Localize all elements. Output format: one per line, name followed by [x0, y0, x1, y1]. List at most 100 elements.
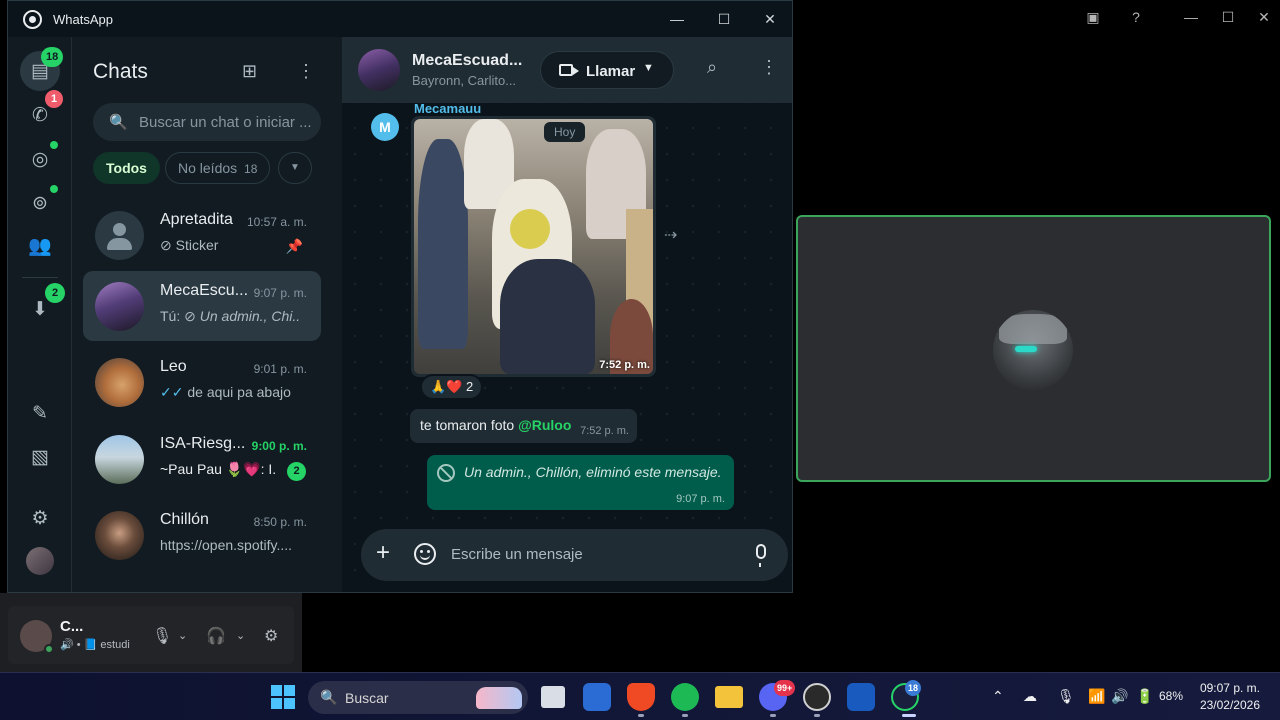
cloud-sync-icon[interactable]: ☁: [1023, 688, 1037, 705]
close-button[interactable]: ✕: [1255, 8, 1273, 26]
filter-unread[interactable]: No leídos 18: [165, 152, 271, 184]
emoji-sticker-icon[interactable]: [414, 543, 436, 565]
message-time: 7:52 p. m.: [580, 425, 629, 437]
whatsapp-logo-icon: [23, 10, 42, 29]
deleted-message[interactable]: Un admin., Chillón, eliminó este mensaje…: [427, 455, 734, 510]
search-input[interactable]: 🔍 Buscar un chat o iniciar ...: [93, 103, 321, 141]
call-button[interactable]: Llamar ▼: [540, 51, 674, 89]
profile-avatar[interactable]: [26, 547, 54, 575]
minimize-button[interactable]: —: [1182, 8, 1200, 26]
new-chat-icon[interactable]: ⊞: [242, 61, 257, 82]
chevron-down-icon[interactable]: ⌄: [236, 629, 245, 642]
phone-icon: ✆: [32, 104, 48, 126]
media-icon: ▧: [31, 446, 49, 468]
chat-row-mecaescuadron[interactable]: MecaEscu... 9:07 p. m. Tú: ⊘ Un admin., …: [83, 271, 321, 341]
message-input[interactable]: Escribe un mensaje: [451, 546, 583, 563]
chat-row-chillon[interactable]: Chillón 8:50 p. m. https://open.spotify.…: [83, 500, 321, 570]
conversation-header: MecaEscuad... Bayronn, Carlito... Llamar…: [342, 37, 792, 103]
forward-icon[interactable]: ⇢: [664, 225, 677, 245]
chat-name: Apretadita: [160, 211, 233, 228]
battery-icon[interactable]: 🔋: [1136, 688, 1153, 705]
microphone-icon[interactable]: [756, 544, 766, 567]
chat-time: 9:01 p. m.: [253, 362, 307, 376]
filter-unread-label: No leídos: [178, 160, 238, 176]
search-placeholder: Buscar un chat o iniciar ...: [139, 114, 311, 131]
text-message[interactable]: te tomaron foto @Ruloo 7:52 p. m.: [410, 409, 637, 443]
headphones-icon[interactable]: 🎧: [206, 626, 226, 646]
menu-icon[interactable]: ⋮: [297, 61, 315, 82]
mic-icon[interactable]: 🎙: [152, 626, 172, 646]
message-photo[interactable]: [414, 119, 653, 374]
message-sender[interactable]: Mecamauu: [414, 101, 481, 116]
menu-icon[interactable]: ⋮: [760, 57, 778, 78]
word-doc-icon[interactable]: [583, 683, 611, 711]
spotify-icon[interactable]: [671, 683, 699, 711]
message-text: te tomaron foto @Ruloo: [420, 417, 572, 433]
search-icon[interactable]: ⌕: [707, 57, 717, 78]
chat-preview: Tú: ⊘ Un admin., Chi...: [160, 308, 300, 324]
start-button[interactable]: [271, 685, 295, 709]
word-icon[interactable]: [847, 683, 875, 711]
communities-tab[interactable]: 👥: [20, 226, 60, 266]
maximize-button[interactable]: ☐: [1219, 8, 1237, 26]
chat-name: MecaEscu...: [160, 282, 248, 299]
task-view-icon[interactable]: [541, 686, 565, 708]
search-highlight-image: [476, 687, 522, 709]
image-message[interactable]: Hoy 7:52 p. m.: [411, 116, 656, 377]
minimize-button[interactable]: —: [665, 7, 689, 31]
online-status-dot: [44, 644, 54, 654]
chat-row-apretadita[interactable]: Apretadita 10:57 a. m. ⊘ Sticker 📌: [83, 200, 321, 270]
page-title: Chats: [93, 60, 148, 83]
taskbar-search[interactable]: 🔍 Buscar: [308, 681, 528, 714]
user-status-text: 🔊 • 📘 estudi: [60, 639, 130, 651]
avatar: [95, 211, 144, 260]
chevron-up-icon[interactable]: ⌃: [992, 688, 1004, 705]
voice-call-tile[interactable]: [796, 215, 1271, 482]
user-name[interactable]: C...: [60, 618, 83, 635]
attach-plus-icon[interactable]: +: [376, 539, 390, 567]
chat-preview: ~Pau Pau 🌷💗: I.: [160, 461, 277, 477]
edit-icon: ✎: [32, 402, 48, 424]
group-members[interactable]: Bayronn, Carlito...: [412, 73, 516, 88]
settings-tab[interactable]: ⚙: [20, 498, 60, 538]
filter-more-dropdown[interactable]: ▼: [278, 152, 312, 184]
clock-time[interactable]: 09:07 p. m.: [1200, 681, 1260, 695]
file-explorer-icon[interactable]: [715, 686, 743, 708]
close-button[interactable]: ✕: [758, 7, 782, 31]
reactions-badge[interactable]: 🙏❤️ 2: [420, 374, 484, 400]
obs-icon[interactable]: [803, 683, 831, 711]
help-icon[interactable]: ?: [1127, 8, 1145, 26]
gear-icon[interactable]: ⚙: [264, 626, 278, 646]
chat-list-panel: Chats ⊞ ⋮ 🔍 Buscar un chat o iniciar ...…: [72, 37, 341, 592]
filter-unread-count: 18: [244, 162, 258, 176]
maximize-button[interactable]: ☐: [712, 7, 736, 31]
message-time: 7:52 p. m.: [599, 359, 650, 371]
sender-avatar[interactable]: M: [371, 113, 399, 141]
media-tab[interactable]: ▧: [20, 437, 60, 477]
windows-taskbar: 🔍 Buscar 99+ 18 ⌃ ☁ 🎙 📶 🔊 🔋 68% 09:07 p.…: [0, 672, 1280, 720]
inbox-icon[interactable]: ▣: [1084, 8, 1102, 26]
call-participant-avatar: [993, 310, 1073, 390]
status-icon: ◎: [31, 148, 49, 170]
search-icon: 🔍: [320, 689, 338, 705]
volume-icon[interactable]: 🔊: [1111, 688, 1128, 705]
chat-row-isa-riesgos[interactable]: ISA-Riesg... 9:00 p. m. ~Pau Pau 🌷💗: I. …: [83, 424, 321, 494]
microphone-icon[interactable]: 🎙: [1057, 688, 1075, 705]
clock-date[interactable]: 23/02/2026: [1200, 698, 1260, 712]
wifi-icon[interactable]: 📶: [1088, 688, 1105, 705]
chat-row-leo[interactable]: Leo 9:01 p. m. ✓✓ de aqui pa abajo: [83, 347, 321, 417]
titlebar: WhatsApp — ☐ ✕: [8, 1, 792, 37]
brave-browser-icon[interactable]: [627, 683, 655, 711]
user-status-label: estudi: [100, 639, 130, 651]
search-icon: 🔍: [109, 114, 128, 131]
mention-link[interactable]: @Ruloo: [518, 417, 571, 433]
filter-all[interactable]: Todos: [93, 152, 160, 184]
whatsapp-window: WhatsApp — ☐ ✕ ▤ 18 ✆ 1 ◎ ⊚ 👥 ⬇ 2 ✎ ▧ ⚙ …: [7, 0, 793, 593]
chevron-down-icon[interactable]: ⌄: [178, 629, 187, 642]
group-avatar[interactable]: [358, 49, 400, 91]
chat-preview: ⊘ Sticker: [160, 237, 219, 253]
group-name[interactable]: MecaEscuad...: [412, 52, 522, 70]
date-separator: Hoy: [544, 122, 586, 142]
starred-tab[interactable]: ✎: [20, 393, 60, 433]
running-indicator: [814, 714, 820, 717]
